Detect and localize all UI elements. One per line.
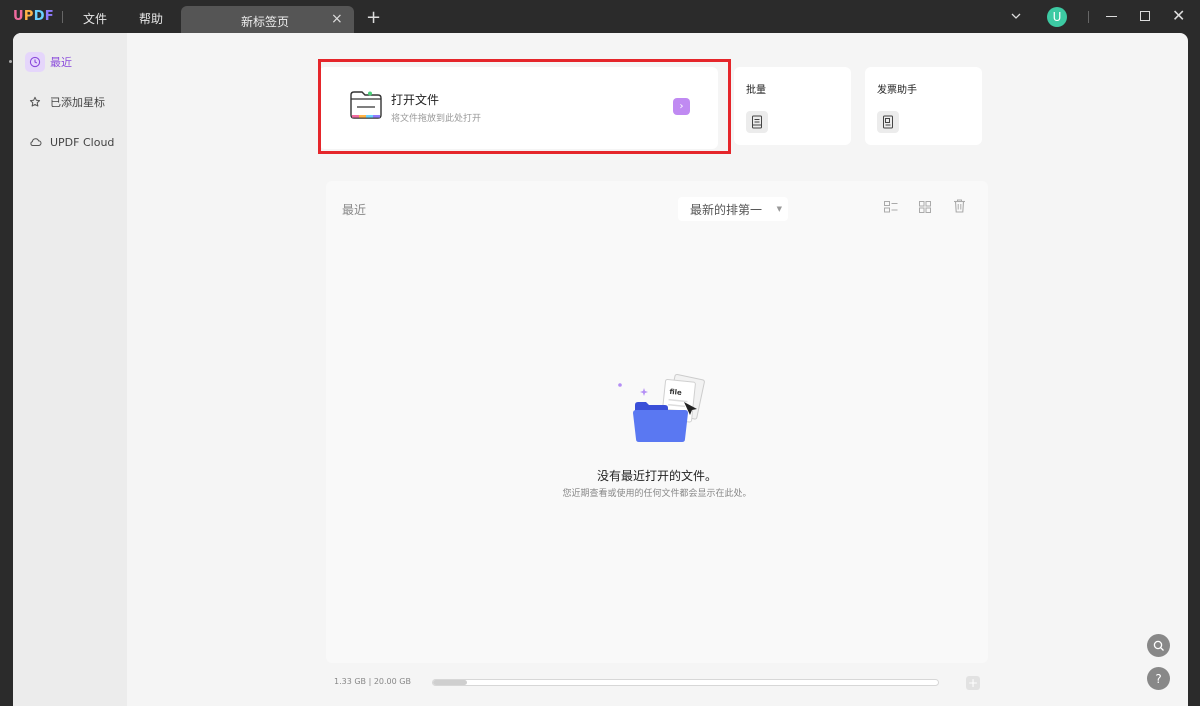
sidebar-item-label: 已添加星标 (50, 96, 105, 109)
side-indicator-dot (9, 60, 12, 63)
sidebar-item-recent[interactable]: 最近 (25, 51, 72, 73)
sidebar-item-starred[interactable]: 已添加星标 (25, 91, 105, 113)
trash-icon[interactable] (953, 199, 966, 213)
storage-progress-fill (433, 680, 467, 685)
storage-add-button[interactable]: + (966, 676, 980, 690)
storage-progress-bar (432, 679, 939, 686)
list-view-icon[interactable] (884, 201, 898, 213)
batch-icon (746, 111, 768, 133)
invoice-icon (877, 111, 899, 133)
caret-down-icon: ▼ (776, 205, 782, 213)
invoice-label: 发票助手 (877, 85, 917, 96)
titlebar-divider-right (1088, 11, 1089, 23)
avatar[interactable]: U (1047, 7, 1067, 27)
tab-label: 新标签页 (241, 15, 290, 29)
empty-state-title: 没有最近打开的文件。 (596, 469, 717, 483)
maximize-icon[interactable] (1140, 11, 1150, 21)
menu-file[interactable]: 文件 (83, 10, 107, 27)
new-tab-button[interactable]: + (366, 7, 381, 28)
tab-new-tab[interactable]: 新标签页 × (181, 6, 354, 34)
clock-icon (25, 52, 45, 72)
main-window: 最近 已添加星标 UPDF Cloud 打开文件 将文件拖放到此处打开 › 批量… (13, 33, 1188, 706)
search-button[interactable] (1147, 634, 1170, 657)
chevron-down-icon[interactable] (1010, 10, 1022, 22)
svg-text:file: file (669, 388, 682, 397)
empty-folder-illustration: file (618, 373, 705, 442)
sort-value: 最新的排第一 (690, 202, 763, 217)
titlebar-divider (62, 11, 63, 23)
star-icon (25, 92, 45, 112)
cloud-icon (25, 132, 45, 152)
app-logo: UPDF (13, 9, 54, 24)
invoice-assistant-card[interactable]: 发票助手 (865, 67, 982, 145)
title-bar: UPDF 文件 帮助 新标签页 × + U ✕ (0, 0, 1200, 34)
highlight-box (318, 59, 731, 154)
storage-usage-text: 1.33 GB | 20.00 GB (334, 677, 411, 686)
batch-card[interactable]: 批量 (734, 67, 851, 145)
close-window-icon[interactable]: ✕ (1172, 6, 1185, 25)
batch-label: 批量 (746, 85, 766, 96)
recent-title: 最近 (342, 203, 367, 217)
sidebar-item-cloud[interactable]: UPDF Cloud (25, 131, 114, 153)
grid-view-icon[interactable] (919, 201, 931, 213)
help-button[interactable]: ? (1147, 667, 1170, 690)
empty-state-subtitle: 您近期查看或使用的任何文件都会显示在此处。 (562, 489, 752, 499)
sort-dropdown[interactable]: 最新的排第一 ▼ (678, 197, 788, 221)
sidebar-item-label: 最近 (50, 56, 72, 69)
question-icon: ? (1155, 671, 1162, 686)
tab-close-icon[interactable]: × (331, 11, 343, 27)
search-icon (1153, 640, 1164, 651)
sidebar-item-label: UPDF Cloud (50, 135, 115, 149)
menu-help[interactable]: 帮助 (139, 10, 163, 27)
minimize-icon[interactable] (1106, 16, 1117, 17)
recent-files-panel: 最近 最新的排第一 ▼ file 没有最近打开的文件。 您近期查看或使用的任何文… (326, 181, 988, 663)
sidebar: 最近 已添加星标 UPDF Cloud (13, 33, 127, 706)
